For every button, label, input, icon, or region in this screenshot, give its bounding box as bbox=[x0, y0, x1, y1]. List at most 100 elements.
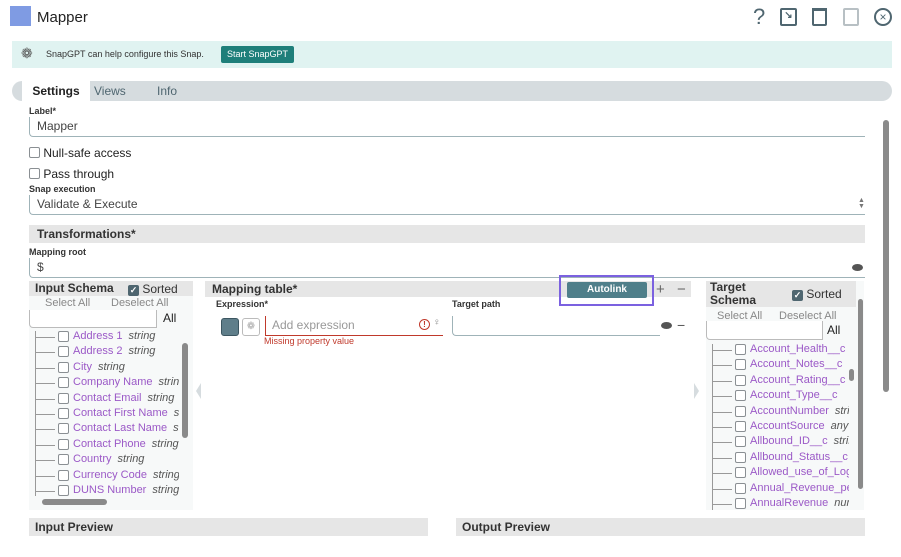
item-checkbox[interactable] bbox=[58, 469, 69, 481]
null-safe-checkbox[interactable]: Null-safe access bbox=[29, 146, 131, 160]
checkbox[interactable] bbox=[29, 147, 40, 158]
item-checkbox[interactable] bbox=[58, 485, 69, 496]
collapse-left-icon[interactable] bbox=[196, 383, 201, 399]
item-checkbox[interactable] bbox=[735, 498, 746, 509]
item-checkbox[interactable] bbox=[58, 392, 69, 404]
tab-settings[interactable]: Settings bbox=[22, 81, 90, 101]
horizontal-scrollbar[interactable] bbox=[42, 499, 107, 505]
schema-item[interactable]: Country string bbox=[35, 453, 179, 468]
field-name[interactable]: Account_Notes__c bbox=[750, 358, 848, 370]
expression-input[interactable]: Add expression bbox=[265, 316, 443, 336]
item-checkbox[interactable] bbox=[735, 359, 746, 371]
help-icon[interactable]: ? bbox=[753, 4, 765, 30]
schema-item[interactable]: Allowed_use_of_Logo__c bbox=[712, 466, 849, 481]
lightbulb-icon[interactable]: ♀ bbox=[433, 317, 441, 328]
sorted-checkbox[interactable]: ✓ bbox=[792, 290, 803, 301]
vertical-scrollbar[interactable] bbox=[849, 369, 854, 381]
checkbox[interactable] bbox=[29, 168, 40, 179]
schema-item[interactable]: Contact Phone string bbox=[35, 438, 179, 453]
collapse-right-icon[interactable] bbox=[694, 383, 699, 399]
autolink-button[interactable]: Autolink bbox=[567, 282, 647, 298]
remove-row-button[interactable]: − bbox=[677, 317, 685, 333]
add-row-button[interactable]: + bbox=[656, 281, 665, 298]
schema-item[interactable]: City string bbox=[35, 361, 179, 376]
field-name[interactable]: Allbound_Status__c bbox=[750, 451, 849, 463]
schema-item[interactable]: DUNS Number string bbox=[35, 484, 179, 499]
schema-filter-input[interactable] bbox=[29, 310, 157, 328]
schema-item[interactable]: Account_Type__c bbox=[712, 389, 849, 404]
item-checkbox[interactable] bbox=[735, 467, 746, 479]
schema-type-filter[interactable]: All bbox=[827, 323, 840, 337]
select-all-link[interactable]: Select All bbox=[45, 297, 90, 309]
schema-item[interactable]: Annual_Revenue_per_Employee__c bbox=[712, 482, 849, 497]
expression-mode-button[interactable] bbox=[221, 318, 239, 336]
item-checkbox[interactable] bbox=[735, 436, 746, 448]
close-icon[interactable]: × bbox=[874, 8, 892, 26]
schema-item[interactable]: Account_Rating__c bbox=[712, 374, 849, 389]
field-name[interactable]: Contact Phone string bbox=[73, 438, 179, 450]
schema-item[interactable]: AnnualRevenuenumber bbox=[712, 497, 849, 512]
delete-icon[interactable] bbox=[812, 8, 827, 26]
schema-item[interactable]: Currency Code string bbox=[35, 469, 179, 484]
remove-rows-button[interactable]: − bbox=[677, 281, 686, 298]
field-name[interactable]: City string bbox=[73, 361, 125, 373]
schema-item[interactable]: Contact First Namestring bbox=[35, 407, 179, 422]
sorted-checkbox[interactable]: ✓ bbox=[128, 285, 139, 296]
schema-item[interactable]: AccountSource any bbox=[712, 420, 849, 435]
item-checkbox[interactable] bbox=[735, 390, 746, 402]
comment-icon[interactable] bbox=[661, 322, 672, 329]
schema-item[interactable]: Account_Health__c bbox=[712, 343, 849, 358]
input-preview-header[interactable]: Input Preview bbox=[29, 518, 428, 536]
field-name[interactable]: Address 1 string bbox=[73, 330, 155, 342]
sorted-toggle[interactable]: ✓ Sorted bbox=[128, 282, 178, 296]
item-checkbox[interactable] bbox=[58, 361, 69, 373]
item-checkbox[interactable] bbox=[735, 451, 746, 463]
item-checkbox[interactable] bbox=[735, 482, 746, 494]
save-icon[interactable] bbox=[843, 8, 859, 26]
field-name[interactable]: AnnualRevenuenumber bbox=[750, 497, 849, 509]
schema-item[interactable]: Address 1 string bbox=[35, 330, 179, 345]
snap-execution-select[interactable]: Validate & Execute bbox=[29, 195, 865, 215]
field-name[interactable]: Allbound_ID__cstring bbox=[750, 435, 849, 447]
label-input[interactable]: Mapper bbox=[29, 117, 865, 137]
sorted-toggle[interactable]: ✓ Sorted bbox=[792, 288, 842, 301]
schema-filter-input[interactable] bbox=[706, 321, 823, 340]
field-name[interactable]: Contact Email string bbox=[73, 392, 174, 404]
deselect-all-link[interactable]: Deselect All bbox=[111, 297, 168, 309]
page-scrollbar[interactable] bbox=[883, 120, 889, 392]
item-checkbox[interactable] bbox=[58, 331, 69, 342]
schema-item[interactable]: Account_Notes__c bbox=[712, 358, 849, 373]
field-name[interactable]: Allowed_use_of_Logo__c bbox=[750, 466, 849, 478]
field-name[interactable]: Address 2 string bbox=[73, 345, 155, 357]
tab-views[interactable]: Views bbox=[94, 84, 126, 98]
schema-item[interactable]: Contact Last Namestring bbox=[35, 422, 179, 437]
pass-through-checkbox[interactable]: Pass through bbox=[29, 167, 114, 181]
item-checkbox[interactable] bbox=[58, 377, 69, 389]
field-name[interactable]: AccountSource any bbox=[750, 420, 848, 432]
comment-icon[interactable] bbox=[852, 264, 863, 271]
field-name[interactable]: Contact First Namestring bbox=[73, 407, 179, 419]
vertical-scrollbar[interactable] bbox=[182, 343, 188, 438]
item-checkbox[interactable] bbox=[735, 344, 746, 355]
export-icon[interactable]: ↘ bbox=[780, 8, 797, 26]
field-name[interactable]: Country string bbox=[73, 453, 144, 465]
field-name[interactable]: Account_Health__c bbox=[750, 343, 849, 355]
item-checkbox[interactable] bbox=[58, 346, 69, 358]
field-name[interactable]: Annual_Revenue_per_Employee__c bbox=[750, 482, 849, 494]
item-checkbox[interactable] bbox=[735, 405, 746, 417]
item-checkbox[interactable] bbox=[58, 423, 69, 435]
item-checkbox[interactable] bbox=[735, 421, 746, 432]
field-name[interactable]: Contact Last Namestring bbox=[73, 422, 179, 434]
item-checkbox[interactable] bbox=[58, 408, 69, 419]
schema-item[interactable]: Address 2 string bbox=[35, 345, 179, 360]
schema-item[interactable]: Contact Email string bbox=[35, 392, 179, 407]
item-checkbox[interactable] bbox=[735, 374, 746, 386]
snapgpt-expression-button[interactable]: ❁ bbox=[242, 318, 260, 336]
schema-item[interactable]: AccountNumberstring bbox=[712, 405, 849, 420]
target-path-input[interactable] bbox=[452, 316, 660, 336]
start-snapgpt-button[interactable]: Start SnapGPT bbox=[221, 46, 295, 63]
schema-item[interactable]: Company Namestring bbox=[35, 376, 179, 391]
schema-item[interactable]: Allbound_Status__c bbox=[712, 451, 849, 466]
field-name[interactable]: Account_Type__c bbox=[750, 389, 843, 401]
mapping-root-input[interactable]: $ bbox=[29, 258, 865, 278]
